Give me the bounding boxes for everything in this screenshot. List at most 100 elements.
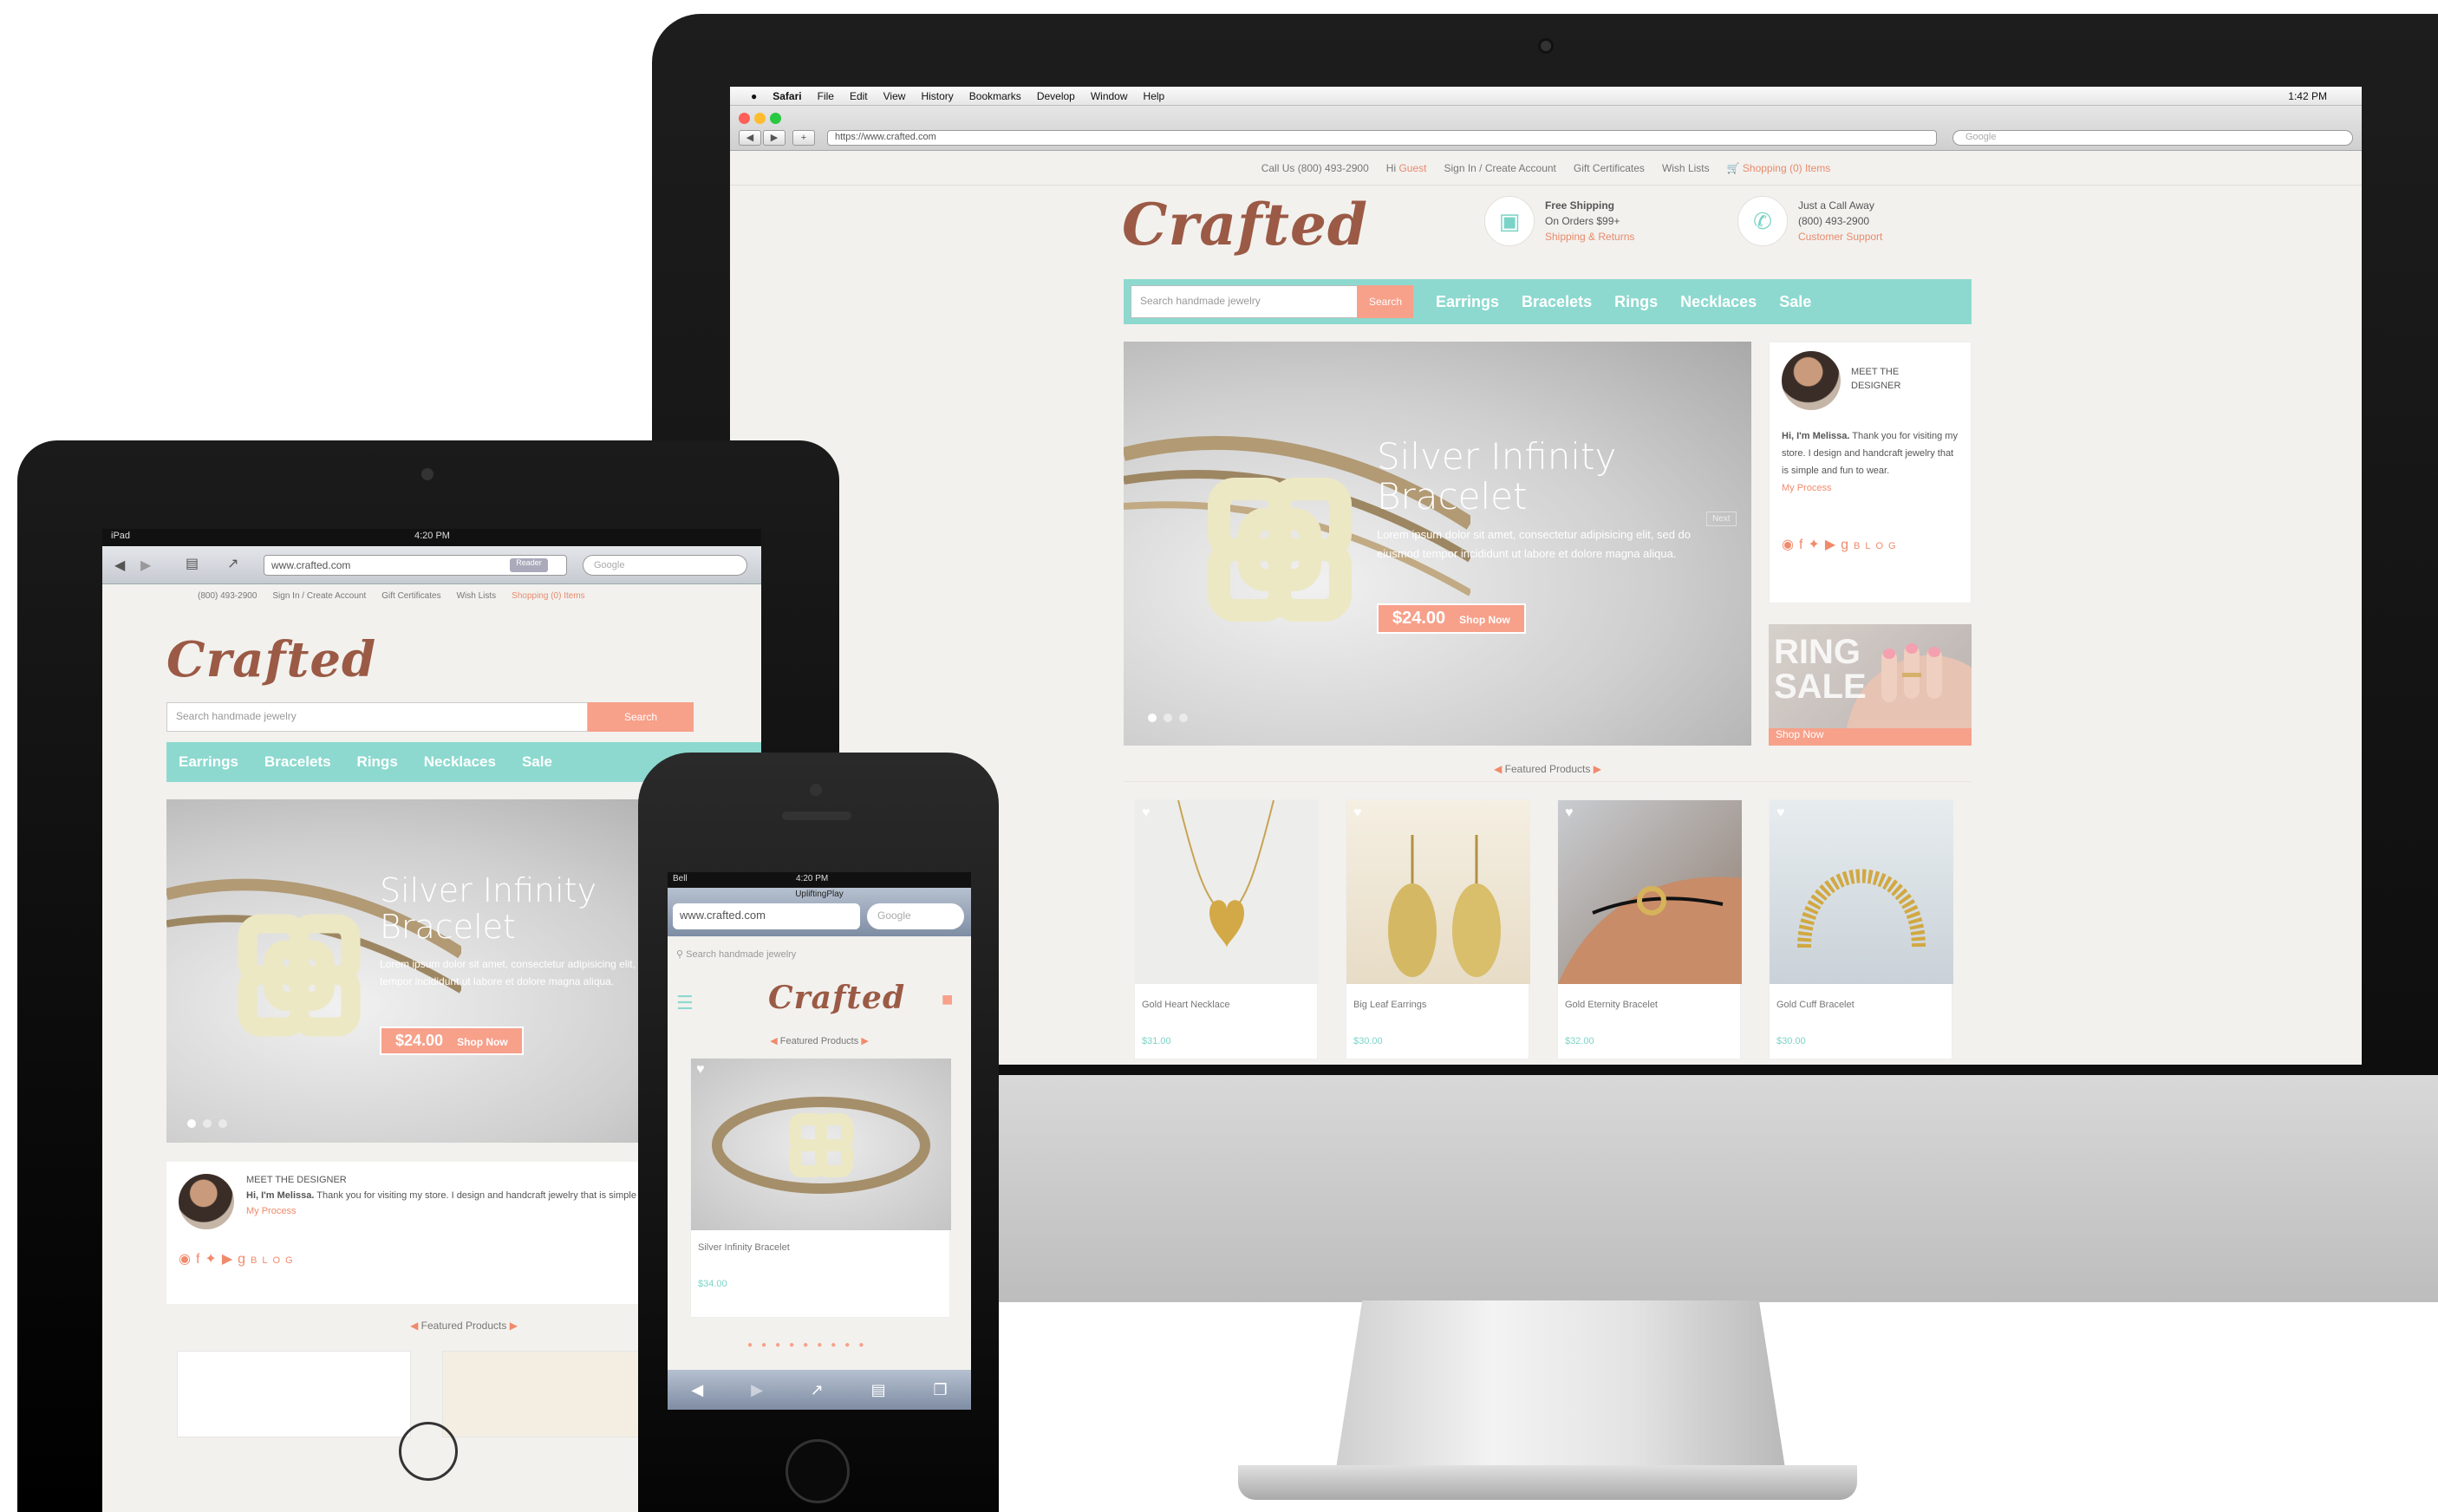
iphone-address-bar[interactable]: www.crafted.com <box>673 903 860 929</box>
bookmarks-icon[interactable]: ▤ <box>871 1381 886 1399</box>
menu-file[interactable]: File <box>818 90 834 102</box>
site-logo[interactable]: Crafted <box>1122 191 1368 258</box>
ring-sale-shop-now[interactable]: Shop Now <box>1769 728 1972 746</box>
featured-next-icon[interactable]: ▶ <box>861 1036 868 1046</box>
phone-link[interactable]: Call Us (800) 493-2900 <box>1261 162 1369 174</box>
product-card[interactable]: ♥ Gold Eternity Bracelet $32.00 <box>1557 799 1742 1059</box>
youtube-icon[interactable]: ▶ <box>222 1252 238 1267</box>
cart-link[interactable]: Shopping (0) Items <box>512 591 585 601</box>
menu-window[interactable]: Window <box>1091 90 1128 102</box>
cart-icon[interactable]: ■ <box>942 988 953 1011</box>
shop-now-button[interactable]: $24.00 Shop Now <box>380 1026 524 1055</box>
product-search-input[interactable]: Search handmade jewelry <box>166 702 588 732</box>
site-logo[interactable]: Crafted <box>166 631 376 688</box>
browser-search-field[interactable]: Google <box>1952 130 2353 146</box>
heart-icon[interactable]: ♥ <box>696 1062 705 1078</box>
menu-develop[interactable]: Develop <box>1037 90 1075 102</box>
product-card[interactable]: ♥ Gold Cuff Bracelet $30.00 <box>1769 799 1953 1059</box>
featured-prev-icon[interactable]: ◀ <box>410 1320 418 1332</box>
site-logo[interactable]: Crafted <box>768 980 905 1016</box>
nav-rings[interactable]: Rings <box>357 753 398 771</box>
address-bar[interactable]: https://www.crafted.com <box>827 130 1937 146</box>
menu-history[interactable]: History <box>921 90 953 102</box>
slider-next-button[interactable]: Next <box>1706 512 1737 526</box>
reader-button[interactable]: Reader <box>510 558 548 572</box>
featured-next-icon[interactable]: ▶ <box>1594 763 1601 775</box>
nav-bracelets[interactable]: Bracelets <box>1522 293 1592 311</box>
facebook-icon[interactable]: f <box>196 1252 205 1267</box>
facebook-icon[interactable]: f <box>1799 538 1808 552</box>
blog-link[interactable]: BLOG <box>251 1255 298 1266</box>
heart-icon[interactable]: ♥ <box>1776 805 1785 821</box>
phone-link[interactable]: (800) 493-2900 <box>198 591 257 601</box>
pinterest-icon[interactable]: ◉ <box>179 1252 196 1267</box>
menu-help[interactable]: Help <box>1144 90 1165 102</box>
product-card[interactable]: ♥ Silver Infinity Bracelet $34.00 <box>690 1058 951 1318</box>
search-button[interactable]: Search <box>1358 285 1413 318</box>
heart-icon[interactable]: ♥ <box>1353 805 1362 821</box>
slider-dots[interactable] <box>187 1117 234 1132</box>
featured-prev-icon[interactable]: ◀ <box>1494 763 1502 775</box>
featured-prev-icon[interactable]: ◀ <box>770 1036 777 1046</box>
shipping-returns-link[interactable]: Shipping & Returns <box>1545 229 1634 244</box>
share-icon[interactable]: ↗ <box>227 555 238 572</box>
nav-earrings[interactable]: Earrings <box>179 753 238 771</box>
ring-sale-promo[interactable]: RING SALE Shop Now <box>1769 624 1972 746</box>
pinterest-icon[interactable]: ◉ <box>1782 538 1799 552</box>
product-card[interactable] <box>177 1351 411 1437</box>
ipad-home-button[interactable] <box>399 1422 458 1481</box>
product-search-input[interactable]: Search handmade jewelry <box>1131 285 1358 318</box>
back-arrow-icon[interactable]: ◀ <box>691 1381 703 1399</box>
google-plus-icon[interactable]: g <box>238 1252 251 1267</box>
shop-now-button[interactable]: $24.00 Shop Now <box>1377 603 1526 634</box>
bookmarks-icon[interactable]: ▤ <box>186 555 199 572</box>
nav-sale[interactable]: Sale <box>1779 293 1811 311</box>
slider-dots[interactable] <box>1148 711 1195 727</box>
carousel-dots[interactable]: ●●●●●●●●● <box>747 1340 872 1350</box>
gift-certificates-link[interactable]: Gift Certificates <box>381 591 440 601</box>
blog-link[interactable]: BLOG <box>1854 541 1901 551</box>
twitter-icon[interactable]: ✦ <box>205 1252 221 1267</box>
close-window-button[interactable] <box>739 113 750 124</box>
iphone-search-field[interactable]: Google <box>867 903 964 929</box>
heart-icon[interactable]: ♥ <box>1565 805 1574 821</box>
signin-link[interactable]: Sign In / Create Account <box>272 591 366 601</box>
tabs-icon[interactable]: ❐ <box>933 1381 947 1399</box>
hero-slider[interactable]: Silver Infinity Bracelet Lorem ipsum dol… <box>1124 342 1751 746</box>
wish-lists-link[interactable]: Wish Lists <box>457 591 497 601</box>
forward-arrow-icon[interactable]: ▶ <box>140 557 151 574</box>
nav-earrings[interactable]: Earrings <box>1436 293 1499 311</box>
twitter-icon[interactable]: ✦ <box>1808 538 1824 552</box>
forward-arrow-icon[interactable]: ▶ <box>751 1381 763 1399</box>
customer-support-link[interactable]: Customer Support <box>1798 229 1882 244</box>
add-bookmark-icon[interactable]: + <box>792 130 815 146</box>
zoom-window-button[interactable] <box>770 113 781 124</box>
menu-icon[interactable]: ☰ <box>676 992 694 1014</box>
share-icon[interactable]: ↗ <box>811 1381 824 1399</box>
minimize-window-button[interactable] <box>754 113 766 124</box>
nav-bracelets[interactable]: Bracelets <box>264 753 331 771</box>
back-arrow-icon[interactable]: ◀ <box>114 557 125 574</box>
nav-sale[interactable]: Sale <box>522 753 552 771</box>
nav-necklaces[interactable]: Necklaces <box>1680 293 1757 311</box>
nav-rings[interactable]: Rings <box>1614 293 1658 311</box>
featured-next-icon[interactable]: ▶ <box>510 1320 518 1332</box>
nav-necklaces[interactable]: Necklaces <box>424 753 496 771</box>
gift-certificates-link[interactable]: Gift Certificates <box>1574 162 1645 174</box>
signin-link[interactable]: Sign In / Create Account <box>1444 162 1555 174</box>
menu-view[interactable]: View <box>883 90 906 102</box>
forward-arrow-icon[interactable]: ▶ <box>763 130 786 146</box>
back-arrow-icon[interactable]: ◀ <box>739 130 761 146</box>
product-card[interactable]: ♥ Gold Heart Necklace $31.00 <box>1134 799 1319 1059</box>
iphone-product-search[interactable]: ⚲ Search handmade jewelry <box>676 948 796 960</box>
product-card[interactable]: ♥ Big Leaf Earrings $30.00 <box>1346 799 1530 1059</box>
menu-bookmarks[interactable]: Bookmarks <box>969 90 1021 102</box>
youtube-icon[interactable]: ▶ <box>1825 538 1841 552</box>
heart-icon[interactable]: ♥ <box>1142 805 1151 821</box>
cart-link[interactable]: 🛒 Shopping (0) Items <box>1727 162 1831 174</box>
apple-menu-icon[interactable]: ● <box>751 90 757 102</box>
wish-lists-link[interactable]: Wish Lists <box>1662 162 1710 174</box>
menu-edit[interactable]: Edit <box>850 90 868 102</box>
menu-safari[interactable]: Safari <box>772 90 801 102</box>
iphone-home-button[interactable] <box>786 1439 850 1503</box>
